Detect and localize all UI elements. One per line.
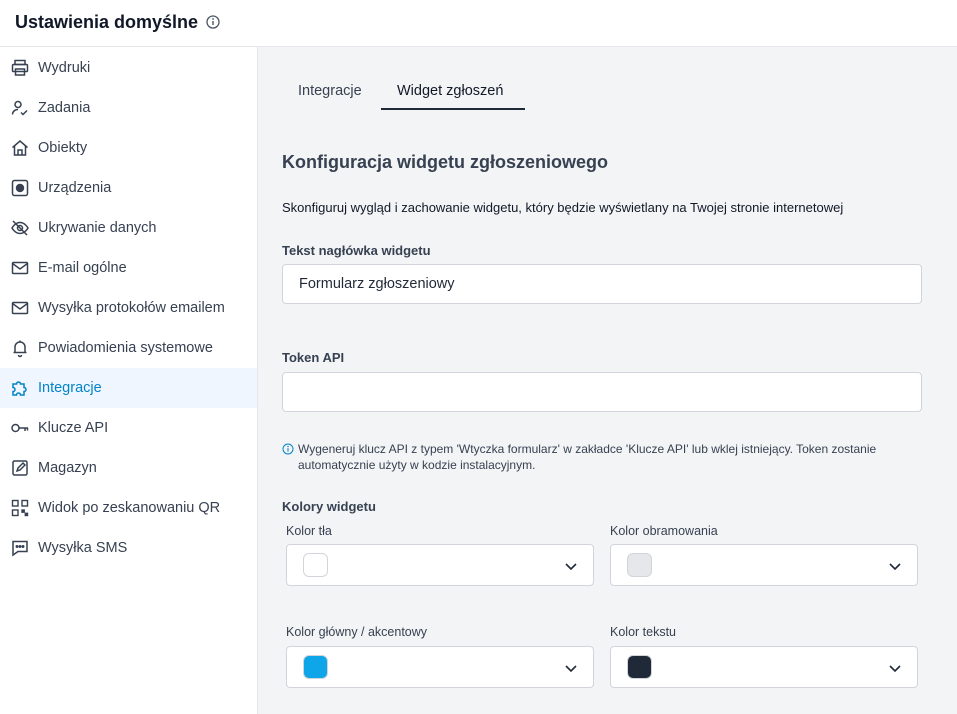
sidebar-item-label: Magazyn (38, 460, 97, 476)
home-icon (10, 138, 30, 158)
header-text-label: Tekst nagłówka widgetu (282, 243, 431, 258)
sidebar-item-widok-qr[interactable]: Widok po zeskanowaniu QR (0, 488, 257, 528)
sidebar-item-klucze-api[interactable]: Klucze API (0, 408, 257, 448)
key-icon (10, 418, 30, 438)
sidebar-item-email-ogolne[interactable]: E-mail ogólne (0, 248, 257, 288)
sidebar-item-label: Urządzenia (38, 180, 112, 196)
sidebar-item-label: Wydruki (38, 60, 91, 76)
text-color-label: Kolor tekstu (610, 625, 677, 639)
sidebar-item-label: E-mail ogólne (38, 260, 127, 276)
user-check-icon (10, 98, 30, 118)
info-icon (282, 443, 294, 455)
tab-bar: Integracje Widget zgłoszeń (282, 73, 525, 110)
settings-sidebar: Wydruki Zadania Obiekty Urządzenia Ukryw… (0, 47, 258, 714)
chevron-down-icon (565, 665, 577, 673)
sidebar-item-wysylka-protokolow[interactable]: Wysyłka protokołów emailem (0, 288, 257, 328)
edit-box-icon (10, 458, 30, 478)
token-api-label: Token API (282, 350, 345, 365)
sidebar-item-ukrywanie-danych[interactable]: Ukrywanie danych (0, 208, 257, 248)
accent-color-swatch (303, 655, 328, 679)
sidebar-item-integracje[interactable]: Integracje (0, 368, 257, 408)
token-api-input[interactable] (282, 372, 922, 412)
sidebar-item-zadania[interactable]: Zadania (0, 88, 257, 128)
sidebar-item-label: Widok po zeskanowaniu QR (38, 500, 221, 516)
token-hint: Wygeneruj klucz API z typem 'Wtyczka for… (282, 441, 922, 473)
sidebar-item-powiadomienia[interactable]: Powiadomienia systemowe (0, 328, 257, 368)
sidebar-item-label: Zadania (38, 100, 91, 116)
printer-icon (10, 58, 30, 78)
device-icon (10, 178, 30, 198)
accent-color-label: Kolor główny / akcentowy (286, 625, 428, 639)
sidebar-item-label: Klucze API (38, 420, 109, 436)
text-color-swatch (627, 655, 652, 679)
qr-code-icon (10, 498, 30, 518)
chevron-down-icon (889, 665, 901, 673)
mail-icon (10, 298, 30, 318)
text-color-select[interactable] (610, 646, 918, 688)
section-title: Konfiguracja widgetu zgłoszeniowego (282, 152, 609, 172)
header-text-input[interactable] (282, 264, 922, 304)
main-content: Integracje Widget zgłoszeń Konfiguracja … (258, 47, 957, 714)
page-title: Ustawienia domyślne (15, 12, 199, 32)
sidebar-item-wydruki[interactable]: Wydruki (0, 48, 257, 88)
info-icon[interactable] (205, 14, 221, 30)
accent-color-select[interactable] (286, 646, 594, 688)
sidebar-item-wysylka-sms[interactable]: Wysyłka SMS (0, 528, 257, 568)
border-color-label: Kolor obramowania (610, 524, 718, 538)
eye-off-icon (10, 218, 30, 238)
background-color-select[interactable] (286, 544, 594, 586)
sidebar-item-magazyn[interactable]: Magazyn (0, 448, 257, 488)
puzzle-icon (10, 378, 30, 398)
chevron-down-icon (889, 563, 901, 571)
bell-icon (10, 338, 30, 358)
background-color-swatch (303, 553, 328, 577)
sidebar-item-label: Integracje (38, 380, 102, 396)
sidebar-item-label: Obiekty (38, 140, 88, 156)
sidebar-item-label: Ukrywanie danych (38, 220, 157, 236)
page-header: Ustawienia domyślne (0, 0, 957, 47)
tab-widget-zgloszen[interactable]: Widget zgłoszeń (381, 73, 525, 110)
chevron-down-icon (565, 563, 577, 571)
tab-integracje[interactable]: Integracje (282, 73, 381, 109)
background-color-label: Kolor tła (286, 524, 332, 538)
section-description: Skonfiguruj wygląd i zachowanie widgetu,… (282, 200, 844, 215)
border-color-swatch (627, 553, 652, 577)
mail-icon (10, 258, 30, 278)
border-color-select[interactable] (610, 544, 918, 586)
sidebar-item-urzadzenia[interactable]: Urządzenia (0, 168, 257, 208)
widget-colors-title: Kolory widgetu (282, 499, 376, 514)
sidebar-item-label: Wysyłka SMS (38, 540, 128, 556)
sidebar-item-obiekty[interactable]: Obiekty (0, 128, 257, 168)
message-icon (10, 538, 30, 558)
sidebar-item-label: Wysyłka protokołów emailem (38, 300, 225, 316)
token-hint-text: Wygeneruj klucz API z typem 'Wtyczka for… (298, 442, 877, 472)
sidebar-item-label: Powiadomienia systemowe (38, 340, 213, 356)
